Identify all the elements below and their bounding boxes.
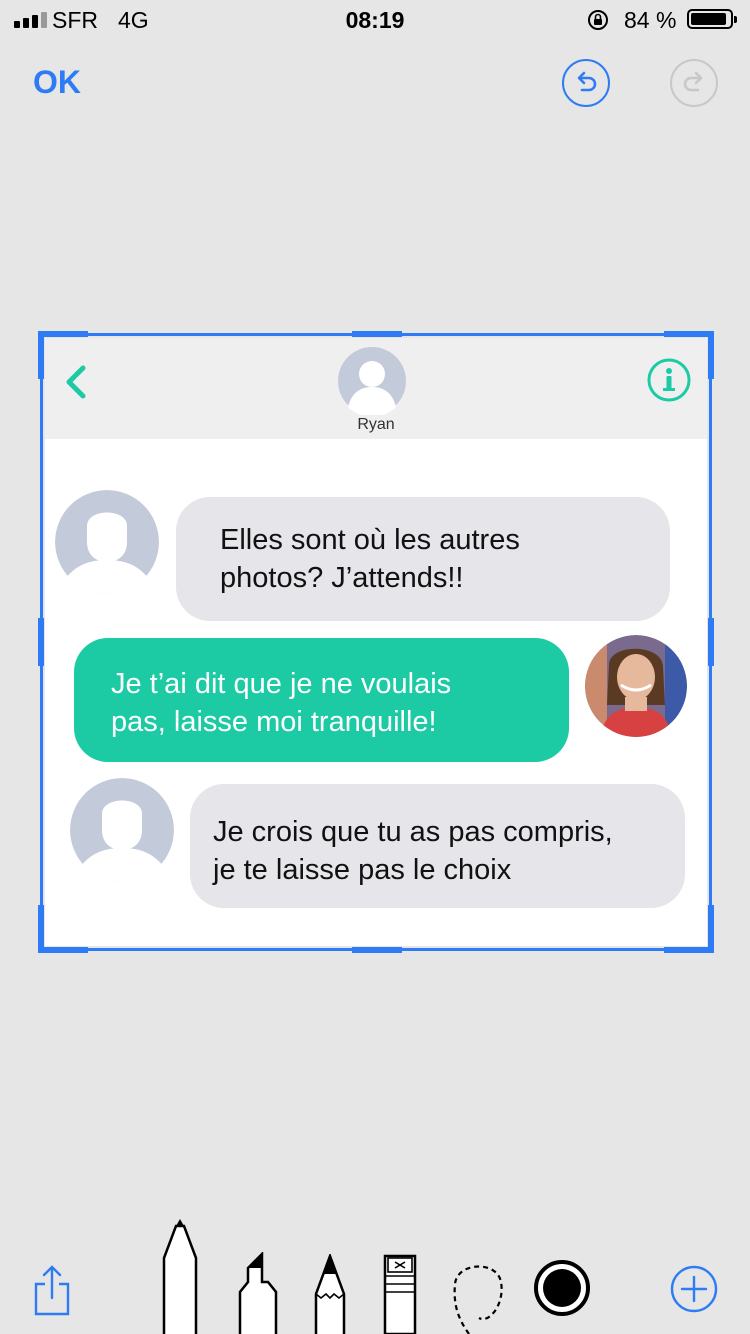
network-type: 4G: [118, 7, 149, 33]
pencil-icon[interactable]: [313, 1254, 347, 1334]
battery-percent: 84 %: [624, 7, 677, 33]
eraser-icon[interactable]: [382, 1254, 418, 1334]
redo-icon: [683, 71, 703, 92]
add-icon[interactable]: [669, 1264, 719, 1314]
share-icon[interactable]: [32, 1264, 72, 1316]
status-bar: SFR 4G 08:19 84 %: [0, 0, 750, 40]
crop-handle-bottom-left[interactable]: [38, 905, 44, 953]
crop-handle-bottom-right[interactable]: [664, 947, 714, 953]
battery-icon: [687, 9, 737, 29]
carrier-label: SFR: [52, 7, 98, 33]
rotation-lock-icon: [588, 10, 608, 30]
crop-handle-bottom[interactable]: [352, 947, 402, 953]
crop-handle-bottom-right[interactable]: [708, 905, 714, 953]
undo-button[interactable]: [562, 59, 610, 107]
color-picker[interactable]: [534, 1260, 590, 1316]
crop-handle-left[interactable]: [38, 618, 44, 666]
redo-button[interactable]: [670, 59, 718, 107]
pen-icon[interactable]: [160, 1218, 200, 1334]
crop-handle-top-right[interactable]: [708, 331, 714, 379]
ok-button[interactable]: OK: [33, 64, 81, 101]
crop-handle-top-left[interactable]: [38, 331, 88, 337]
lasso-icon[interactable]: [449, 1254, 507, 1334]
undo-icon: [577, 71, 597, 92]
marker-icon[interactable]: [236, 1252, 280, 1334]
crop-frame[interactable]: [40, 333, 712, 951]
selected-color-swatch: [543, 1269, 581, 1307]
crop-handle-top-right[interactable]: [664, 331, 714, 337]
crop-handle-top-left[interactable]: [38, 331, 44, 379]
signal-strength-icon: [14, 12, 47, 28]
crop-handle-bottom-left[interactable]: [38, 947, 88, 953]
crop-handle-top[interactable]: [352, 331, 402, 337]
crop-handle-right[interactable]: [708, 618, 714, 666]
